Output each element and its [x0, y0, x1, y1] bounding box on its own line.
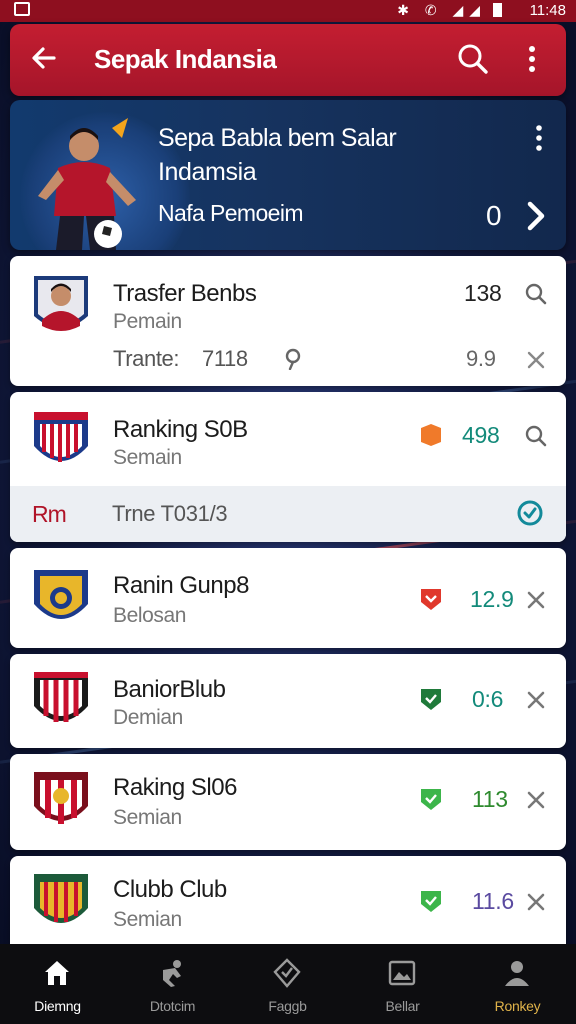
- item-name: BaniorBlub: [113, 676, 226, 703]
- transfer-label: Trante:: [113, 346, 180, 371]
- search-icon[interactable]: [456, 42, 490, 76]
- nav-label: Faggb: [268, 998, 307, 1014]
- nav-label: Dtotcim: [149, 998, 196, 1014]
- transfer-value: 7118: [202, 346, 248, 371]
- search-icon[interactable]: [524, 424, 548, 448]
- rank-badge-icon: [421, 689, 441, 710]
- item-name: Ranking S0B: [113, 416, 248, 443]
- item-subtitle: Semain: [113, 446, 182, 469]
- detail-text: Trne T031/3: [112, 501, 228, 526]
- item-value: 498: [462, 422, 500, 448]
- nav-label: Ronkey: [494, 998, 541, 1014]
- club-crest: [34, 672, 88, 722]
- list-item[interactable]: Trasfer Benbs Pemain Trante: 7118 138 9.…: [10, 256, 566, 386]
- club-crest: [34, 412, 88, 462]
- signal-icons: ✱ ✆ ◢◢: [397, 2, 486, 18]
- banner-count: 0: [486, 200, 502, 231]
- nav-item-home[interactable]: Diemng: [0, 944, 115, 1024]
- close-icon[interactable]: [524, 788, 548, 812]
- close-icon[interactable]: [524, 348, 548, 372]
- list-item[interactable]: Raking Sl06 Semian 113: [10, 754, 566, 850]
- item-name: Ranin Gunp8: [113, 572, 249, 599]
- list-item[interactable]: Clubb Club Semian 11.6: [10, 856, 566, 944]
- item-name: Trasfer Benbs: [113, 280, 257, 307]
- list-item[interactable]: Ranking S0B Semain 498 Rm Trne T031/3: [10, 392, 566, 542]
- item-subtitle: Pemain: [113, 310, 182, 333]
- app-bar: Sepak Indansia: [10, 24, 566, 96]
- item-name: Clubb Club: [113, 876, 227, 903]
- nav-item-clubs[interactable]: Faggb: [230, 944, 345, 1024]
- list-item[interactable]: Ranin Gunp8 Belosan 12.9: [10, 548, 566, 648]
- nav-item-gallery[interactable]: Bellar: [345, 944, 460, 1024]
- close-icon[interactable]: [524, 588, 548, 612]
- nav-label: Diemng: [34, 998, 81, 1014]
- item-subtitle: Demian: [113, 706, 183, 729]
- list-item[interactable]: BaniorBlub Demian 0:6: [10, 654, 566, 748]
- item-subtitle: Semian: [113, 806, 182, 829]
- close-icon[interactable]: [524, 890, 548, 914]
- nav-item-players[interactable]: Dtotcim: [115, 944, 230, 1024]
- banner-title: Sepa Babla bem Salar: [158, 124, 397, 152]
- item-value: 12.9: [470, 586, 514, 612]
- more-vert-icon[interactable]: [522, 42, 542, 76]
- detail-tag: Rm: [32, 501, 67, 527]
- close-icon[interactable]: [524, 688, 548, 712]
- location-pin-icon: [285, 348, 301, 370]
- club-crest: [34, 570, 88, 619]
- status-bar: ✱ ✆ ◢◢ 11:48: [0, 0, 576, 22]
- item-detail-row[interactable]: Rm Trne T031/3: [10, 486, 566, 542]
- shield-icon: [273, 958, 301, 988]
- item-value: 11.6: [472, 888, 514, 914]
- item-secondary-value: 9.9: [466, 346, 496, 371]
- player-icon: [163, 960, 181, 987]
- battery-icon: [493, 3, 502, 17]
- chevron-right-icon[interactable]: [522, 200, 548, 232]
- rank-badge-icon: [421, 789, 441, 810]
- notification-icon: [14, 2, 30, 16]
- item-name: Raking Sl06: [113, 774, 237, 801]
- club-crest: [34, 874, 88, 923]
- rank-badge-icon: [421, 424, 441, 446]
- search-icon[interactable]: [524, 282, 548, 306]
- bottom-navigation: Diemng Dtotcim Faggb Bellar Ronkey: [0, 944, 576, 1024]
- status-time: 11:48: [529, 2, 566, 19]
- banner-subtitle: Indamsia: [158, 158, 257, 186]
- more-vert-icon[interactable]: [532, 124, 546, 152]
- rank-badge-icon: [421, 891, 441, 912]
- featured-banner[interactable]: Sepa Babla bem Salar Indamsia Nafa Pemoe…: [10, 100, 566, 250]
- item-value: 138: [464, 280, 502, 306]
- player-illustration: [38, 118, 136, 250]
- club-crest: [34, 772, 88, 824]
- arrow-left-icon[interactable]: [28, 42, 60, 74]
- banner-caption: Nafa Pemoeim: [158, 200, 304, 226]
- item-subtitle: Belosan: [113, 604, 187, 627]
- item-value: 0:6: [472, 686, 504, 712]
- check-circle-icon[interactable]: [516, 499, 544, 527]
- page-title: Sepak Indansia: [94, 44, 277, 74]
- profile-icon: [505, 961, 529, 986]
- rank-badge-icon: [421, 589, 441, 610]
- item-subtitle: Semian: [113, 908, 182, 931]
- nav-label: Bellar: [385, 998, 420, 1014]
- image-icon: [388, 960, 416, 986]
- home-icon: [45, 961, 69, 985]
- item-value: 113: [472, 786, 508, 812]
- nav-item-profile[interactable]: Ronkey: [460, 944, 575, 1024]
- player-avatar: [34, 276, 88, 331]
